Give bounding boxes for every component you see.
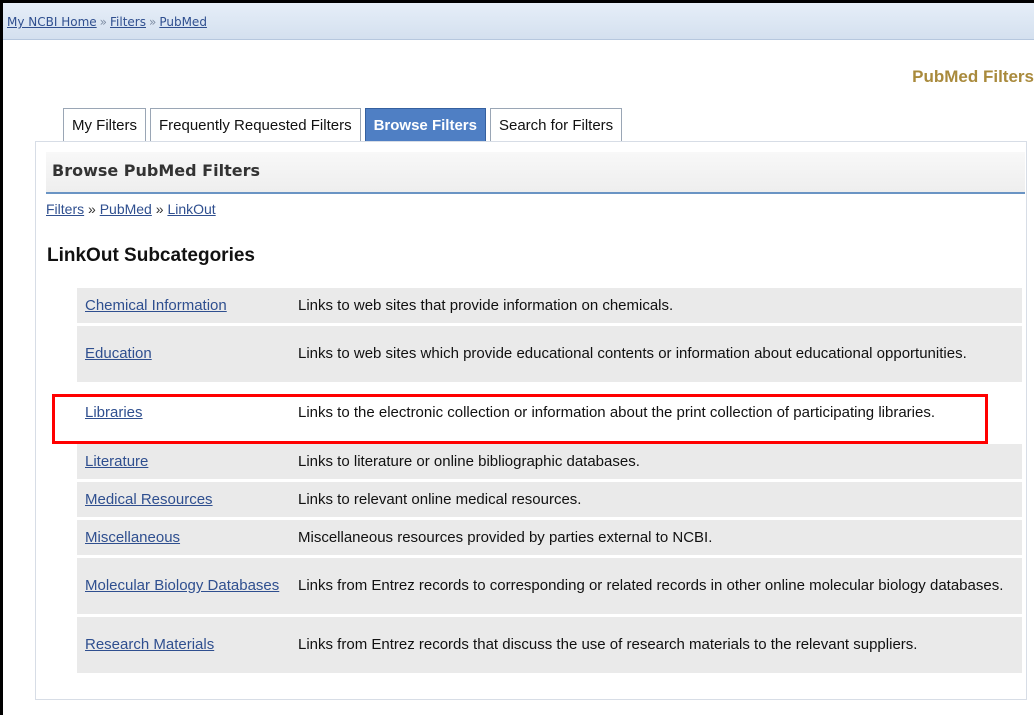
table-row: Miscellaneous Miscellaneous resources pr… [77,520,1022,555]
path-separator: » [155,201,164,217]
subcategory-link-research-materials[interactable]: Research Materials [85,636,214,653]
subcategory-description: Links to web sites that provide informat… [290,288,1022,323]
subcategory-name-cell: Chemical Information [77,288,290,323]
subcategory-link-molecular-biology-databases[interactable]: Molecular Biology Databases [85,577,279,594]
breadcrumb-filters-link[interactable]: Filters [110,15,146,29]
breadcrumb-pubmed-link[interactable]: PubMed [159,15,207,29]
table-row: Medical Resources Links to relevant onli… [77,482,1022,517]
path-separator: » [88,201,96,217]
table-row: Research Materials Links from Entrez rec… [77,617,1022,673]
table-row: Literature Links to literature or online… [77,444,1022,479]
tab-bar: My Filters Frequently Requested Filters … [63,108,623,142]
breadcrumb-separator: » [148,15,157,29]
category-path: Filters » PubMed » LinkOut [46,201,216,217]
breadcrumb-separator: » [99,15,107,29]
tab-browse-filters[interactable]: Browse Filters [364,108,486,142]
subcategory-description: Links from Entrez records that discuss t… [290,617,1022,673]
table-row: Chemical Information Links to web sites … [77,288,1022,323]
subcategory-name-cell: Libraries [77,385,290,441]
subcategory-name-cell: Molecular Biology Databases [77,558,290,614]
browse-panel: Browse PubMed Filters Filters » PubMed »… [35,141,1027,700]
subcategory-name-cell: Research Materials [77,617,290,673]
subcategory-link-libraries[interactable]: Libraries [85,404,143,421]
subcategory-name-cell: Education [77,326,290,382]
path-linkout-link[interactable]: LinkOut [167,201,215,217]
path-pubmed-link[interactable]: PubMed [100,201,152,217]
subcategory-description: Links to relevant online medical resourc… [290,482,1022,517]
section-title: LinkOut Subcategories [47,245,255,266]
subcategory-description: Links to web sites which provide educati… [290,326,1022,382]
table-row: Molecular Biology Databases Links from E… [77,558,1022,614]
tab-frequently-requested-filters[interactable]: Frequently Requested Filters [150,108,361,142]
subcategory-name-cell: Literature [77,444,290,479]
subcategory-link-medical-resources[interactable]: Medical Resources [85,491,213,508]
subcategory-link-chemical-information[interactable]: Chemical Information [85,297,227,314]
subcategory-link-education[interactable]: Education [85,345,152,362]
page-title: PubMed Filters [912,67,1034,86]
subcategory-description: Links to literature or online bibliograp… [290,444,1022,479]
subcategory-description: Miscellaneous resources provided by part… [290,520,1022,555]
table-row: Libraries Links to the electronic collec… [77,385,1022,441]
tab-search-for-filters[interactable]: Search for Filters [489,108,623,142]
breadcrumb-home-link[interactable]: My NCBI Home [7,15,97,29]
subcategory-link-miscellaneous[interactable]: Miscellaneous [85,529,180,546]
table-row: Education Links to web sites which provi… [77,326,1022,382]
subcategory-table: Chemical Information Links to web sites … [77,285,1022,676]
subcategory-link-literature[interactable]: Literature [85,453,148,470]
subcategory-name-cell: Medical Resources [77,482,290,517]
breadcrumb: My NCBI Home» Filters» PubMed [3,3,1034,40]
subcategory-description: Links to the electronic collection or in… [290,385,1022,441]
subcategory-name-cell: Miscellaneous [77,520,290,555]
panel-header: Browse PubMed Filters [46,152,1025,194]
subcategory-description: Links from Entrez records to correspondi… [290,558,1022,614]
tab-my-filters[interactable]: My Filters [63,108,146,142]
path-filters-link[interactable]: Filters [46,201,84,217]
